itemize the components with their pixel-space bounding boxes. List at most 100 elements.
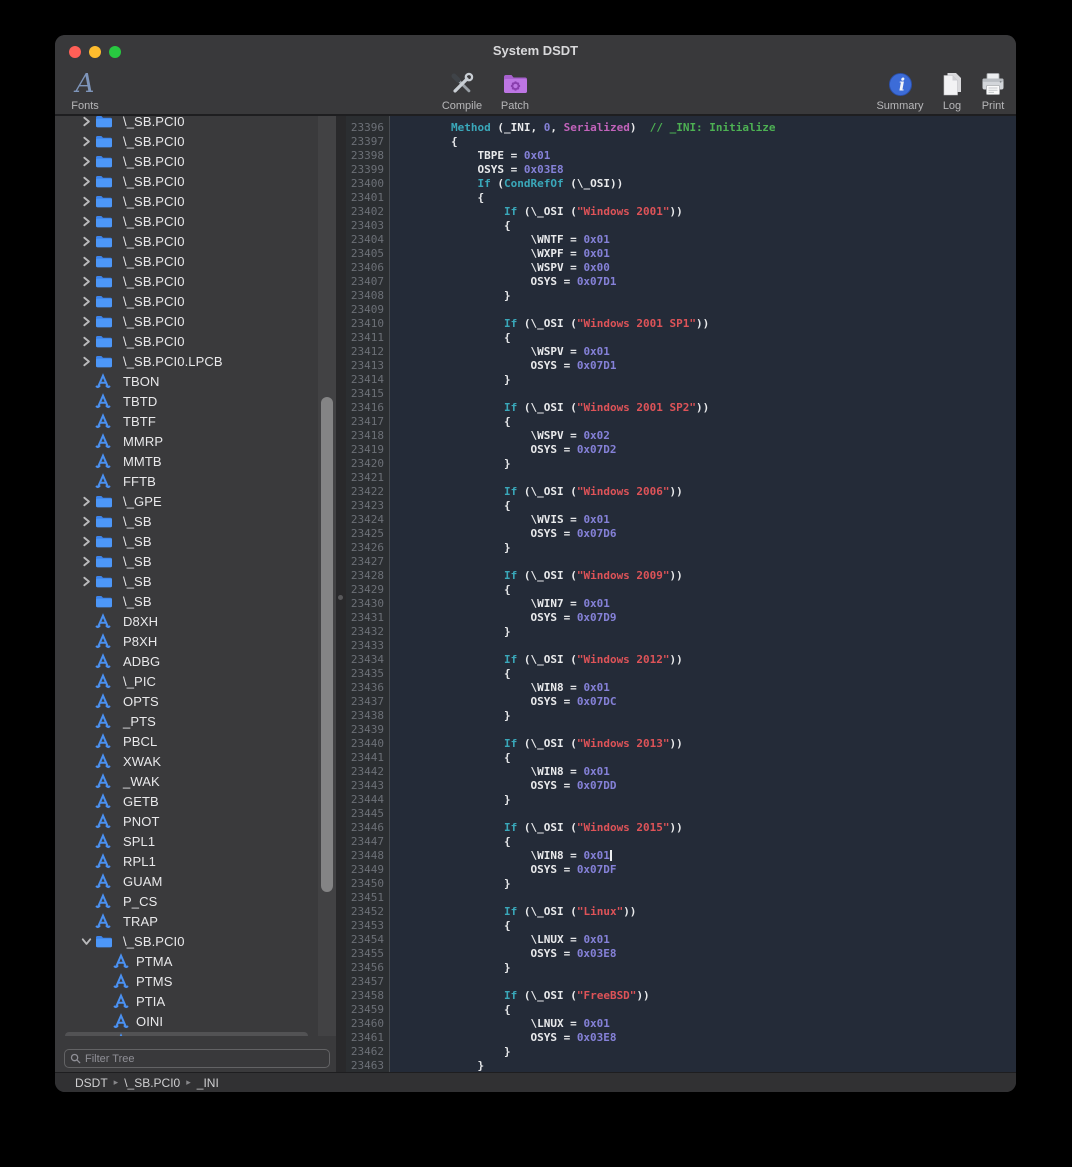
tree-item-_sb.pci0[interactable]: \_SB.PCI0 — [55, 251, 336, 271]
chevron-right-icon[interactable] — [82, 575, 92, 587]
code-line[interactable]: \WIN8 = 0x01 — [391, 681, 1016, 695]
tree-item-opts[interactable]: OPTS — [55, 691, 336, 711]
code-line[interactable]: If (\_OSI ("Windows 2015")) — [391, 821, 1016, 835]
code-line[interactable]: \WSPV = 0x02 — [391, 429, 1016, 443]
divider-handle[interactable] — [338, 595, 343, 600]
tree-item-_sb.pci0[interactable]: \_SB.PCI0 — [55, 331, 336, 351]
print-button[interactable]: Print — [973, 69, 1013, 112]
breadcrumb-item-dsdt[interactable]: DSDT — [75, 1076, 108, 1090]
code-line[interactable]: { — [391, 751, 1016, 765]
tree-item-pnot[interactable]: PNOT — [55, 811, 336, 831]
code-line[interactable]: } — [391, 877, 1016, 891]
tree-item-_sb.pci0[interactable]: \_SB.PCI0 — [55, 291, 336, 311]
filter-tree-input[interactable] — [85, 1053, 329, 1065]
code-line[interactable]: } — [391, 457, 1016, 471]
tree-item-_pts[interactable]: _PTS — [55, 711, 336, 731]
code-line[interactable]: { — [391, 135, 1016, 149]
code-line[interactable]: } — [391, 373, 1016, 387]
tree-item-_sb.pci0[interactable]: \_SB.PCI0 — [55, 311, 336, 331]
tree-item-_sb.pci0[interactable]: \_SB.PCI0 — [55, 191, 336, 211]
code-line[interactable]: \LNUX = 0x01 — [391, 933, 1016, 947]
chevron-right-icon[interactable] — [82, 135, 92, 147]
code-line[interactable]: \WVIS = 0x01 — [391, 513, 1016, 527]
tree-item-ptma[interactable]: PTMA — [55, 951, 336, 971]
tree-item-ptms[interactable]: PTMS — [55, 971, 336, 991]
tree-item-adbg[interactable]: ADBG — [55, 651, 336, 671]
tree-item-_sb.pci0[interactable]: \_SB.PCI0 — [55, 151, 336, 171]
split-divider[interactable] — [336, 116, 346, 1072]
tree-item-fftb[interactable]: FFTB — [55, 471, 336, 491]
tree-item-tbtd[interactable]: TBTD — [55, 391, 336, 411]
code-line[interactable]: Method (_INI, 0, Serialized) // _INI: In… — [391, 121, 1016, 135]
tree-item-mmrp[interactable]: MMRP — [55, 431, 336, 451]
chevron-right-icon[interactable] — [82, 215, 92, 227]
code-line[interactable]: \WSPV = 0x01 — [391, 345, 1016, 359]
tree-item-tbon[interactable]: TBON — [55, 371, 336, 391]
code-line[interactable]: OSYS = 0x07D1 — [391, 359, 1016, 373]
code-line[interactable]: If (\_OSI ("Windows 2001 SP2")) — [391, 401, 1016, 415]
code-line[interactable]: { — [391, 499, 1016, 513]
sidebar-scrollbar-thumb[interactable] — [321, 397, 333, 892]
code-line[interactable]: \WIN7 = 0x01 — [391, 597, 1016, 611]
fonts-button[interactable]: A Fonts — [59, 69, 111, 112]
tree-item-p8xh[interactable]: P8XH — [55, 631, 336, 651]
code-line[interactable] — [391, 891, 1016, 905]
code-line[interactable] — [391, 807, 1016, 821]
tree-item-getb[interactable]: GETB — [55, 791, 336, 811]
tree-item-_sb.pci0[interactable]: \_SB.PCI0 — [55, 131, 336, 151]
code-line[interactable]: { — [391, 667, 1016, 681]
chevron-right-icon[interactable] — [82, 555, 92, 567]
tree-item-_sb.pci0[interactable]: \_SB.PCI0 — [55, 271, 336, 291]
tree-item-spl1[interactable]: SPL1 — [55, 831, 336, 851]
patch-button[interactable]: Patch — [491, 69, 539, 112]
code-editor[interactable]: 2339623397233982339923400234012340223403… — [346, 116, 1016, 1072]
chevron-right-icon[interactable] — [82, 515, 92, 527]
tree-item-_sb.pci0[interactable]: \_SB.PCI0 — [55, 116, 336, 131]
code-line[interactable]: TBPE = 0x01 — [391, 149, 1016, 163]
code-line[interactable]: OSYS = 0x07DF — [391, 863, 1016, 877]
code-line[interactable]: { — [391, 1003, 1016, 1017]
chevron-right-icon[interactable] — [82, 535, 92, 547]
code-line[interactable] — [391, 555, 1016, 569]
code-line[interactable]: \WXPF = 0x01 — [391, 247, 1016, 261]
code-line[interactable]: { — [391, 919, 1016, 933]
code-line[interactable]: If (\_OSI ("Windows 2012")) — [391, 653, 1016, 667]
tree-item-_sb.pci0[interactable]: \_SB.PCI0 — [55, 211, 336, 231]
chevron-right-icon[interactable] — [82, 235, 92, 247]
chevron-down-icon[interactable] — [82, 935, 92, 947]
chevron-right-icon[interactable] — [82, 175, 92, 187]
code-line[interactable]: If (CondRefOf (\_OSI)) — [391, 177, 1016, 191]
code-line[interactable]: } — [391, 541, 1016, 555]
tree-item-_sb.pci0[interactable]: \_SB.PCI0 — [55, 931, 336, 951]
code-line[interactable]: OSYS = 0x07D6 — [391, 527, 1016, 541]
code-line[interactable]: \WSPV = 0x00 — [391, 261, 1016, 275]
code-line[interactable]: { — [391, 191, 1016, 205]
titlebar[interactable]: System DSDT — [55, 35, 1016, 65]
code-line[interactable]: } — [391, 625, 1016, 639]
code-line[interactable]: } — [391, 709, 1016, 723]
chevron-right-icon[interactable] — [82, 195, 92, 207]
code-line[interactable] — [391, 975, 1016, 989]
code-line[interactable]: { — [391, 219, 1016, 233]
tree-item-_sb[interactable]: \_SB — [55, 591, 336, 611]
code-pane[interactable]: Method (_INI, 0, Serialized) // _INI: In… — [391, 116, 1016, 1072]
chevron-right-icon[interactable] — [82, 155, 92, 167]
tree-item-_sb.pci0[interactable]: \_SB.PCI0 — [55, 231, 336, 251]
summary-button[interactable]: i Summary — [870, 69, 930, 112]
code-line[interactable]: OSYS = 0x07D2 — [391, 443, 1016, 457]
code-line[interactable]: OSYS = 0x07DC — [391, 695, 1016, 709]
tree-item-_gpe[interactable]: \_GPE — [55, 491, 336, 511]
code-line[interactable]: { — [391, 583, 1016, 597]
code-line[interactable]: \WIN8 = 0x01 — [391, 849, 1016, 863]
code-line[interactable]: If (\_OSI ("Windows 2006")) — [391, 485, 1016, 499]
chevron-right-icon[interactable] — [82, 255, 92, 267]
code-line[interactable]: \WNTF = 0x01 — [391, 233, 1016, 247]
breadcrumb-item-_ini[interactable]: _INI — [197, 1076, 219, 1090]
code-line[interactable]: } — [391, 793, 1016, 807]
tree-item-_sb[interactable]: \_SB — [55, 511, 336, 531]
tree-item-_ini[interactable]: _INI — [55, 1031, 336, 1036]
filter-tree-field[interactable] — [64, 1049, 330, 1068]
code-line[interactable]: \WIN8 = 0x01 — [391, 765, 1016, 779]
chevron-right-icon[interactable] — [82, 335, 92, 347]
tree-item-mmtb[interactable]: MMTB — [55, 451, 336, 471]
